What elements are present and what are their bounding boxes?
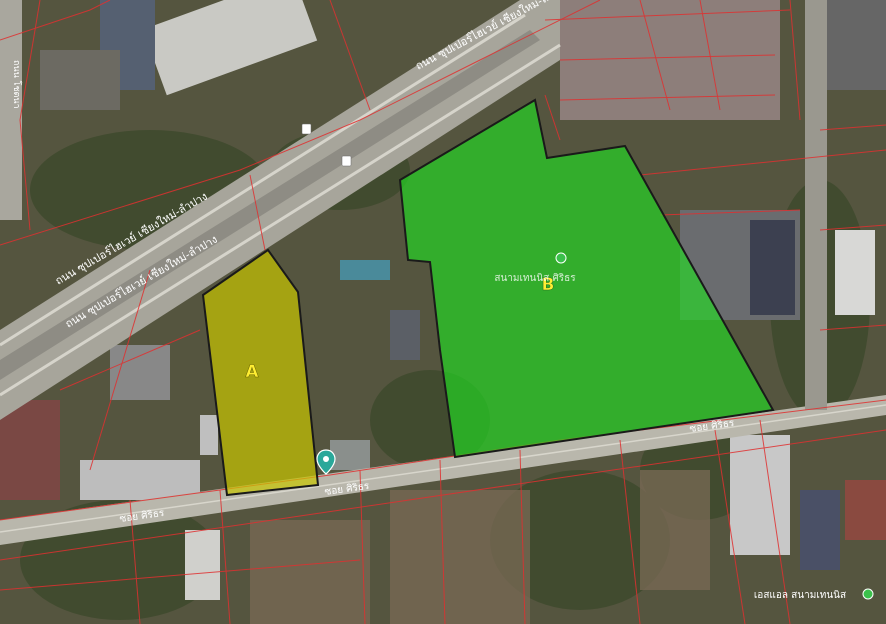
satellite-map[interactable]: A B สนามเทนนิส ศิริธร ถนน ซุปเปอร์ไฮเวย์…: [0, 0, 886, 624]
right-lane[interactable]: [805, 0, 827, 410]
bus-stop-icon[interactable]: [301, 123, 312, 135]
side-road[interactable]: [0, 0, 22, 220]
tennis-court-label: สนามเทนนิส ศิริธร: [494, 273, 576, 284]
side-road-label: ถนน โชตนา: [11, 60, 22, 109]
tennis-bottom-right-marker-icon[interactable]: [862, 588, 874, 600]
parcel-a-label: A: [245, 362, 259, 382]
tennis-bottom-right-label: เอสแอล สนามเทนนิส: [754, 590, 846, 601]
green-place-marker-icon[interactable]: [555, 252, 567, 264]
bus-stop-icon[interactable]: [341, 155, 352, 167]
